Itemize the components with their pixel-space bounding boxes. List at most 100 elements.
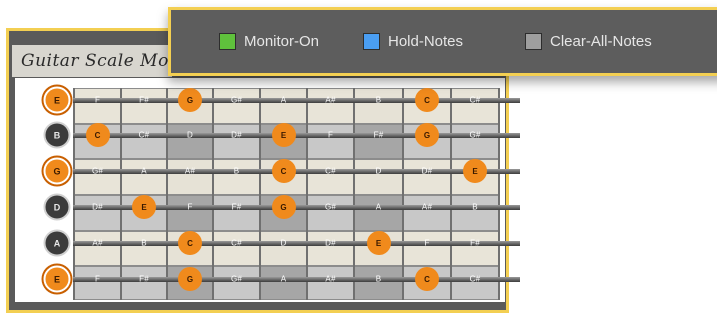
fret-cell — [260, 231, 307, 266]
open-string-note[interactable]: E — [43, 86, 71, 114]
fret-wire — [259, 88, 261, 300]
note-marker[interactable]: C — [178, 231, 202, 255]
note-label[interactable]: F — [316, 131, 346, 140]
note-label[interactable]: F — [83, 275, 113, 284]
fret-cell — [121, 159, 167, 195]
fret-cell — [403, 231, 451, 266]
clear-all-notes-label: Clear-All-Notes — [550, 32, 652, 50]
fret-cell — [121, 231, 167, 266]
fret-cell — [121, 124, 167, 159]
note-label[interactable]: A — [129, 167, 159, 176]
fret-cell — [307, 159, 354, 195]
fret-cell — [167, 195, 213, 231]
note-label[interactable]: C# — [460, 275, 490, 284]
note-label[interactable]: B — [222, 167, 252, 176]
note-label[interactable]: F — [83, 96, 113, 105]
fret-cell — [213, 195, 260, 231]
note-label[interactable]: B — [364, 275, 394, 284]
note-label[interactable]: F — [175, 203, 205, 212]
monitor-on-indicator — [219, 32, 236, 50]
note-label[interactable]: F# — [460, 239, 490, 248]
note-label[interactable]: D# — [412, 167, 442, 176]
open-string-note[interactable]: E — [43, 265, 71, 293]
fret-cell — [74, 195, 121, 231]
clear-all-notes-indicator — [525, 32, 542, 50]
note-label[interactable]: A — [269, 96, 299, 105]
note-label[interactable]: F# — [364, 131, 394, 140]
note-marker[interactable]: C — [85, 123, 110, 147]
note-label[interactable]: A — [269, 275, 299, 284]
note-label[interactable]: D — [364, 167, 394, 176]
fret-cell — [403, 195, 451, 231]
note-label[interactable]: B — [460, 203, 490, 212]
hold-notes-button[interactable]: Hold-Notes — [363, 30, 463, 52]
open-string-note[interactable]: A — [43, 229, 71, 257]
note-label[interactable]: F# — [129, 275, 159, 284]
fret-cell — [74, 231, 121, 266]
note-label[interactable]: A — [364, 203, 394, 212]
note-label[interactable]: A# — [175, 167, 205, 176]
note-marker[interactable]: E — [463, 159, 487, 183]
toolbar: Monitor-On Hold-Notes Clear-All-Notes — [168, 7, 717, 76]
fret-wire — [353, 88, 355, 300]
note-label[interactable]: A# — [83, 239, 113, 248]
note-marker[interactable]: G — [178, 267, 202, 291]
fret-cell — [167, 124, 213, 159]
fret-cell — [354, 88, 403, 124]
note-label[interactable]: D# — [83, 203, 113, 212]
fretboard: E F F# G G# A A# B C C# B C C# D D# E F F# G G# G G# A A# B C C# D D… — [15, 78, 520, 302]
note-marker[interactable]: C — [415, 267, 439, 291]
fret-cell — [354, 124, 403, 159]
note-label[interactable]: G# — [222, 275, 252, 284]
fret-cell — [307, 124, 354, 159]
note-label[interactable]: F# — [129, 96, 159, 105]
fret-cell — [451, 88, 499, 124]
note-label[interactable]: D# — [316, 239, 346, 248]
fret-wire — [498, 88, 500, 300]
note-label[interactable]: G# — [83, 167, 113, 176]
monitor-on-button[interactable]: Monitor-On — [219, 30, 319, 52]
note-label[interactable]: C# — [129, 131, 159, 140]
note-label[interactable]: A# — [316, 96, 346, 105]
hold-notes-label: Hold-Notes — [388, 32, 464, 50]
note-label[interactable]: C# — [316, 167, 346, 176]
fret-wire — [450, 88, 452, 300]
note-label[interactable]: B — [129, 239, 159, 248]
note-marker[interactable]: G — [415, 123, 439, 147]
note-marker[interactable]: C — [415, 88, 439, 112]
fret-cell — [213, 231, 260, 266]
fret-wire — [73, 88, 75, 300]
note-label[interactable]: G# — [316, 203, 346, 212]
note-label[interactable]: B — [364, 96, 394, 105]
note-marker[interactable]: E — [271, 123, 296, 147]
note-label[interactable]: C# — [460, 96, 490, 105]
note-label[interactable]: F — [412, 239, 442, 248]
note-label[interactable]: G# — [460, 131, 490, 140]
note-marker[interactable]: E — [132, 195, 156, 219]
fret-cell — [451, 124, 499, 159]
note-label[interactable]: D# — [222, 131, 252, 140]
fret-wire — [120, 88, 122, 300]
note-label[interactable]: D — [175, 131, 205, 140]
open-string-note[interactable]: D — [43, 193, 71, 221]
fret-cell — [354, 159, 403, 195]
note-label[interactable]: A# — [316, 275, 346, 284]
note-label[interactable]: A# — [412, 203, 442, 212]
fret-wire — [212, 88, 214, 300]
clear-all-notes-button[interactable]: Clear-All-Notes — [525, 30, 652, 52]
note-marker[interactable]: C — [271, 159, 296, 183]
open-string-note[interactable]: B — [43, 121, 71, 149]
fret-cell — [307, 231, 354, 266]
note-marker[interactable]: E — [366, 231, 391, 255]
note-label[interactable]: D — [269, 239, 299, 248]
note-label[interactable]: C# — [222, 239, 252, 248]
note-marker[interactable]: G — [178, 88, 202, 112]
note-label[interactable]: F# — [222, 203, 252, 212]
note-marker[interactable]: G — [271, 195, 296, 219]
fret-cell — [121, 88, 167, 124]
hold-notes-indicator — [363, 32, 380, 50]
fret-cell — [213, 124, 260, 159]
note-label[interactable]: G# — [222, 96, 252, 105]
fret-wire — [166, 88, 168, 300]
open-string-note[interactable]: G — [43, 157, 71, 185]
